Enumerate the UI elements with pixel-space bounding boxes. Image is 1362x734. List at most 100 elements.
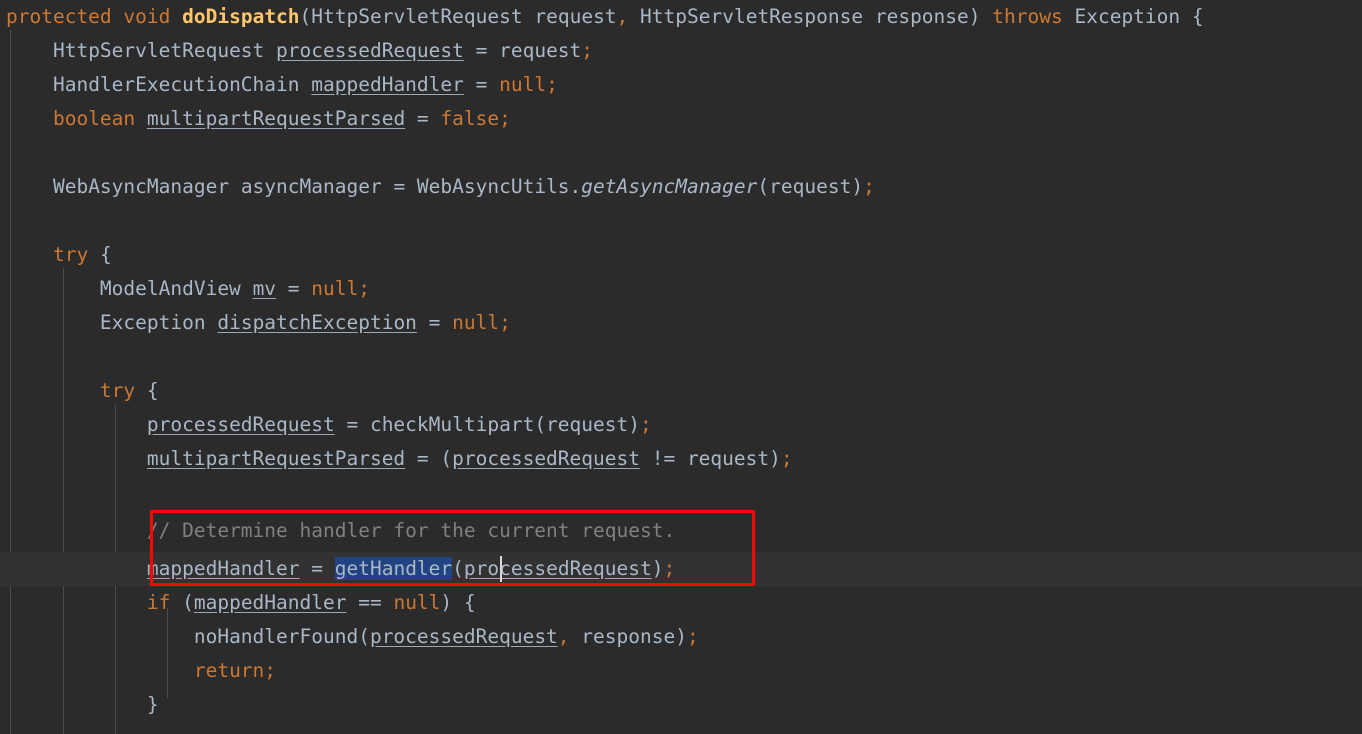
code-token: null [311, 277, 359, 300]
code-token: boolean [52, 107, 136, 130]
code-token: response [863, 5, 969, 28]
code-token: request [522, 5, 617, 28]
code-line[interactable]: multipartRequestParsed = (processedReque… [0, 442, 793, 476]
code-token: = [276, 277, 312, 300]
code-line[interactable]: try { [0, 238, 112, 272]
code-token: ; [264, 659, 277, 682]
code-token: ; [358, 277, 370, 300]
code-line[interactable] [0, 136, 6, 170]
code-token: getAsyncManager [581, 175, 758, 198]
code-token: void [123, 5, 171, 28]
code-token: ; [639, 413, 652, 436]
code-token: ) { [440, 591, 476, 614]
code-line[interactable] [0, 476, 6, 510]
selected-token: getHandler [334, 557, 453, 580]
code-token: HttpServletRequest [311, 5, 523, 28]
code-token: noHandlerFound( [193, 625, 370, 648]
code-token: Exception [99, 311, 206, 334]
code-token: = [463, 73, 500, 96]
code-token: ; [546, 73, 558, 96]
code-token: processedRequest [452, 447, 640, 470]
code-token: = checkMultipart(request) [334, 413, 640, 436]
code-token: ; [499, 311, 511, 334]
code-token: false [440, 107, 500, 130]
code-token: ; [663, 557, 676, 580]
code-line[interactable]: // Determine handler for the current req… [0, 514, 675, 548]
code-line[interactable]: HandlerExecutionChain mappedHandler = nu… [0, 68, 558, 102]
code-line[interactable]: if (mappedHandler == null) { [0, 586, 476, 620]
code-token: Exception [1074, 5, 1181, 28]
code-token: response) [569, 625, 687, 648]
code-token: ModelAndView [99, 277, 241, 300]
code-line[interactable]: WebAsyncManager asyncManager = WebAsyncU… [0, 170, 875, 204]
code-token: HttpServletResponse [640, 5, 864, 28]
code-token: processedRequest [463, 557, 652, 580]
code-line[interactable]: return; [0, 654, 276, 688]
code-line[interactable]: processedRequest = checkMultipart(reques… [0, 408, 652, 442]
code-token: ; [686, 625, 699, 648]
code-token: = ( [405, 447, 453, 470]
code-token: throws [992, 5, 1063, 28]
code-token: mappedHandler [311, 73, 464, 96]
code-token: processedRequest [369, 625, 558, 648]
code-token: HttpServletRequest [52, 39, 265, 62]
code-line[interactable]: mappedHandler = getHandler(processedRequ… [0, 552, 675, 586]
code-token: = [405, 107, 441, 130]
code-token: = [416, 311, 453, 334]
code-token: ; [581, 39, 594, 62]
code-token: ) [651, 557, 664, 580]
code-token: ( [299, 5, 312, 28]
code-line[interactable]: Exception dispatchException = null; [0, 306, 511, 340]
code-token: processedRequest [276, 39, 464, 62]
code-token: = request [463, 39, 582, 62]
code-line[interactable] [0, 204, 6, 238]
code-line[interactable]: try { [0, 374, 159, 408]
code-line[interactable]: } [0, 688, 159, 722]
code-token: null [393, 591, 441, 614]
code-token: == [346, 591, 394, 614]
code-line[interactable] [0, 340, 6, 374]
code-token: // Determine handler for the current req… [146, 519, 676, 542]
code-editor-viewport[interactable]: protected void doDispatch(HttpServletReq… [0, 0, 1362, 734]
code-token: HandlerExecutionChain [52, 73, 300, 96]
code-token: WebAsyncUtils [416, 175, 570, 198]
code-token: . [569, 175, 582, 198]
code-token: multipartRequestParsed [146, 447, 406, 470]
code-token: ( [452, 557, 464, 580]
code-token: mv [252, 277, 277, 300]
code-line[interactable]: boolean multipartRequestParsed = false; [0, 102, 511, 136]
code-token: doDispatch [182, 5, 300, 28]
code-token: WebAsyncManager [52, 175, 230, 198]
code-line[interactable]: ModelAndView mv = null; [0, 272, 370, 306]
code-token: multipartRequestParsed [146, 107, 406, 130]
code-token: != request) [639, 447, 781, 470]
code-line[interactable]: HttpServletRequest processedRequest = re… [0, 34, 593, 68]
code-text-layer[interactable]: protected void doDispatch(HttpServletReq… [0, 0, 1362, 734]
code-token: { [88, 243, 112, 266]
code-token: asyncManager = [229, 175, 417, 198]
code-line[interactable]: protected void doDispatch(HttpServletReq… [0, 0, 1204, 34]
text-caret [500, 556, 502, 582]
code-line[interactable]: noHandlerFound(processedRequest, respons… [0, 620, 699, 654]
